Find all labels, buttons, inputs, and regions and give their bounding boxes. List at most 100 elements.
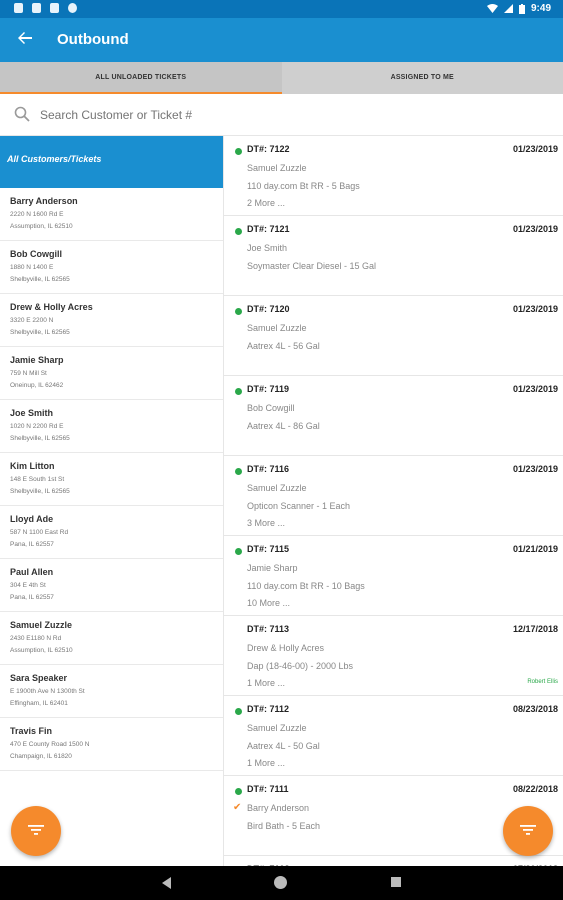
filter-customers-button[interactable] [11, 806, 61, 856]
ticket-customer: Joe Smith [247, 243, 288, 253]
sync-icon [68, 3, 77, 13]
ticket-date: 01/23/2019 [512, 304, 558, 314]
ticket-more-count: 2 More ... [247, 198, 286, 208]
ticket-number: DT#: 7119 [247, 384, 290, 394]
customer-name: Bob Cowgill [10, 249, 62, 259]
ticket-date: 01/23/2019 [512, 384, 558, 394]
customer-name: Travis Fin [10, 726, 53, 736]
ticket-item-summary: Soymaster Clear Diesel - 15 Gal [247, 261, 377, 271]
customer-address-line1: 587 N 1100 East Rd [10, 529, 69, 536]
ticket-date: 01/23/2019 [512, 464, 558, 474]
ticket-number: DT#: 7115 [247, 544, 290, 554]
ticket-item-summary: Dap (18-46-00) - 2000 Lbs [247, 661, 354, 671]
ticket-item-summary: 110 day.com Bt RR - 5 Bags [247, 181, 360, 191]
customer-name: Joe Smith [10, 408, 54, 418]
all-customers-item[interactable]: All Customers/Tickets [0, 136, 223, 188]
ticket-item[interactable]: DT#: 7120 01/23/2019 Samuel Zuzzle Aatrex 4… [224, 296, 563, 376]
customer-name: Samuel Zuzzle [10, 620, 73, 630]
customer-address-line2: Assumption, IL 62510 [10, 223, 73, 230]
customer-item[interactable]: Kim Litton 148 E South 1st St Shelbyville,… [0, 453, 223, 506]
customer-item[interactable]: Paul Allen 304 E 4th St Pana, IL 62557 [0, 559, 223, 612]
nav-home-icon[interactable] [274, 876, 287, 889]
ticket-item[interactable]: DT#: 7121 01/23/2019 Joe Smith Soymaster Cl… [224, 216, 563, 296]
customer-item[interactable]: Drew & Holly Acres 3320 E 2200 N Shelbyvil… [0, 294, 223, 347]
ticket-number: DT#: 7116 [247, 464, 290, 474]
ticket-number: DT#: 7121 [247, 224, 290, 234]
shield-icon [14, 3, 23, 13]
status-dot-icon [235, 308, 242, 315]
ticket-item[interactable]: DT#: 7119 01/23/2019 Bob Cowgill Aatrex 4L … [224, 376, 563, 456]
tab-assigned-to-me[interactable]: ASSIGNED TO ME [282, 62, 563, 94]
system-icons: 9:49 [486, 3, 551, 14]
customer-address-line1: 148 E South 1st St [10, 476, 65, 483]
customer-item[interactable]: Barry Anderson 2220 N 1600 Rd E Assumption… [0, 188, 223, 241]
customer-address-line2: Assumption, IL 62510 [10, 647, 73, 654]
ticket-item[interactable]: DT#: 7116 01/23/2019 Samuel Zuzzle Opticon … [224, 456, 563, 536]
status-dot-icon [235, 548, 242, 555]
customer-item[interactable]: Lloyd Ade 587 N 1100 East Rd Pana, IL 6255… [0, 506, 223, 559]
customer-item[interactable]: Bob Cowgill 1880 N 1400 E Shelbyville, IL … [0, 241, 223, 294]
customer-address-line1: 3320 E 2200 N [10, 317, 54, 324]
ticket-date: 08/22/2018 [512, 784, 558, 794]
customer-address-line1: 759 N Mill St [10, 370, 47, 377]
app-bar: Outbound [0, 18, 563, 62]
customer-address-line1: 2430 E1180 N Rd [10, 635, 62, 642]
customer-name: Jamie Sharp [10, 355, 64, 365]
ticket-customer: Samuel Zuzzle [247, 163, 307, 173]
sd-card-icon [50, 3, 59, 13]
ticket-item[interactable]: DT#: 7115 01/21/2019 Jamie Sharp 110 day.co… [224, 536, 563, 616]
customer-name: Paul Allen [10, 567, 54, 577]
ticket-date: 01/21/2019 [512, 544, 558, 554]
filter-icon [28, 825, 44, 835]
ticket-item[interactable]: DT#: 7113 12/17/2018 Drew & Holly Acres Dap… [224, 616, 563, 696]
wifi-icon [486, 4, 498, 13]
customer-address-line2: Oneinup, IL 62462 [10, 382, 64, 389]
ticket-item[interactable]: DT#: 7122 01/23/2019 Samuel Zuzzle 110 day.… [224, 136, 563, 216]
customer-name: Barry Anderson [10, 196, 78, 206]
customer-item[interactable]: Samuel Zuzzle 2430 E1180 N Rd Assumption, … [0, 612, 223, 665]
ticket-more-count: 3 More ... [247, 518, 286, 528]
search-input[interactable] [40, 106, 520, 124]
checkmark-icon: ✔ [233, 802, 242, 813]
customer-item[interactable]: Sara Speaker E 1900th Ave N 1300th St Effi… [0, 665, 223, 718]
nav-back-icon[interactable] [162, 877, 171, 889]
customer-item[interactable]: Jamie Sharp 759 N Mill St Oneinup, IL 6246… [0, 347, 223, 400]
ticket-item-summary: Opticon Scanner - 1 Each [247, 501, 351, 511]
ticket-item-summary: Aatrex 4L - 86 Gal [247, 421, 320, 431]
ticket-item-summary: Aatrex 4L - 50 Gal [247, 741, 320, 751]
ticket-customer: Drew & Holly Acres [247, 643, 325, 653]
customer-address-line2: Shelbyville, IL 62565 [10, 488, 70, 495]
notification-icons [14, 3, 77, 13]
ticket-number: DT#: 7122 [247, 144, 290, 154]
customer-address-line2: Pana, IL 62557 [10, 594, 54, 601]
tab-all-unloaded-tickets[interactable]: ALL UNLOADED TICKETS [0, 62, 282, 94]
ticket-item[interactable]: DT#: 710307/30/2018 [224, 856, 563, 866]
signal-icon [503, 4, 513, 13]
ticket-number: DT#: 7111 [247, 784, 289, 794]
customer-address-line2: Shelbyville, IL 62565 [10, 329, 70, 336]
ticket-more-count: 10 More ... [247, 598, 291, 608]
ticket-number: DT#: 7112 [247, 704, 290, 714]
nav-recents-icon[interactable] [391, 877, 401, 887]
customer-item[interactable]: Joe Smith 1020 N 2200 Rd E Shelbyville, IL… [0, 400, 223, 453]
assigned-driver: Robert Ellis [527, 679, 558, 685]
status-dot-icon [235, 388, 242, 395]
status-dot-icon [235, 708, 242, 715]
ticket-customer: Samuel Zuzzle [247, 323, 307, 333]
ticket-date: 08/23/2018 [512, 704, 558, 714]
ticket-number: DT#: 7113 [247, 624, 290, 634]
ticket-list: DT#: 7122 01/23/2019 Samuel Zuzzle 110 day.… [224, 136, 563, 866]
customer-item[interactable]: Travis Fin 470 E County Road 1500 N Champa… [0, 718, 223, 771]
tab-bar: ALL UNLOADED TICKETS ASSIGNED TO ME [0, 62, 563, 94]
ticket-date: 01/23/2019 [512, 224, 558, 234]
ticket-item[interactable]: DT#: 7112 08/23/2018 Samuel Zuzzle Aatrex 4… [224, 696, 563, 776]
status-dot-icon [235, 148, 242, 155]
customer-name: Sara Speaker [10, 673, 68, 683]
battery-icon [518, 3, 525, 14]
system-nav-bar [0, 866, 563, 900]
customer-name: Lloyd Ade [10, 514, 54, 524]
customer-address-line2: Shelbyville, IL 62565 [10, 276, 70, 283]
back-arrow-icon[interactable] [14, 27, 38, 51]
ticket-item-summary: 110 day.com Bt RR - 10 Bags [247, 581, 365, 591]
filter-tickets-button[interactable] [503, 806, 553, 856]
